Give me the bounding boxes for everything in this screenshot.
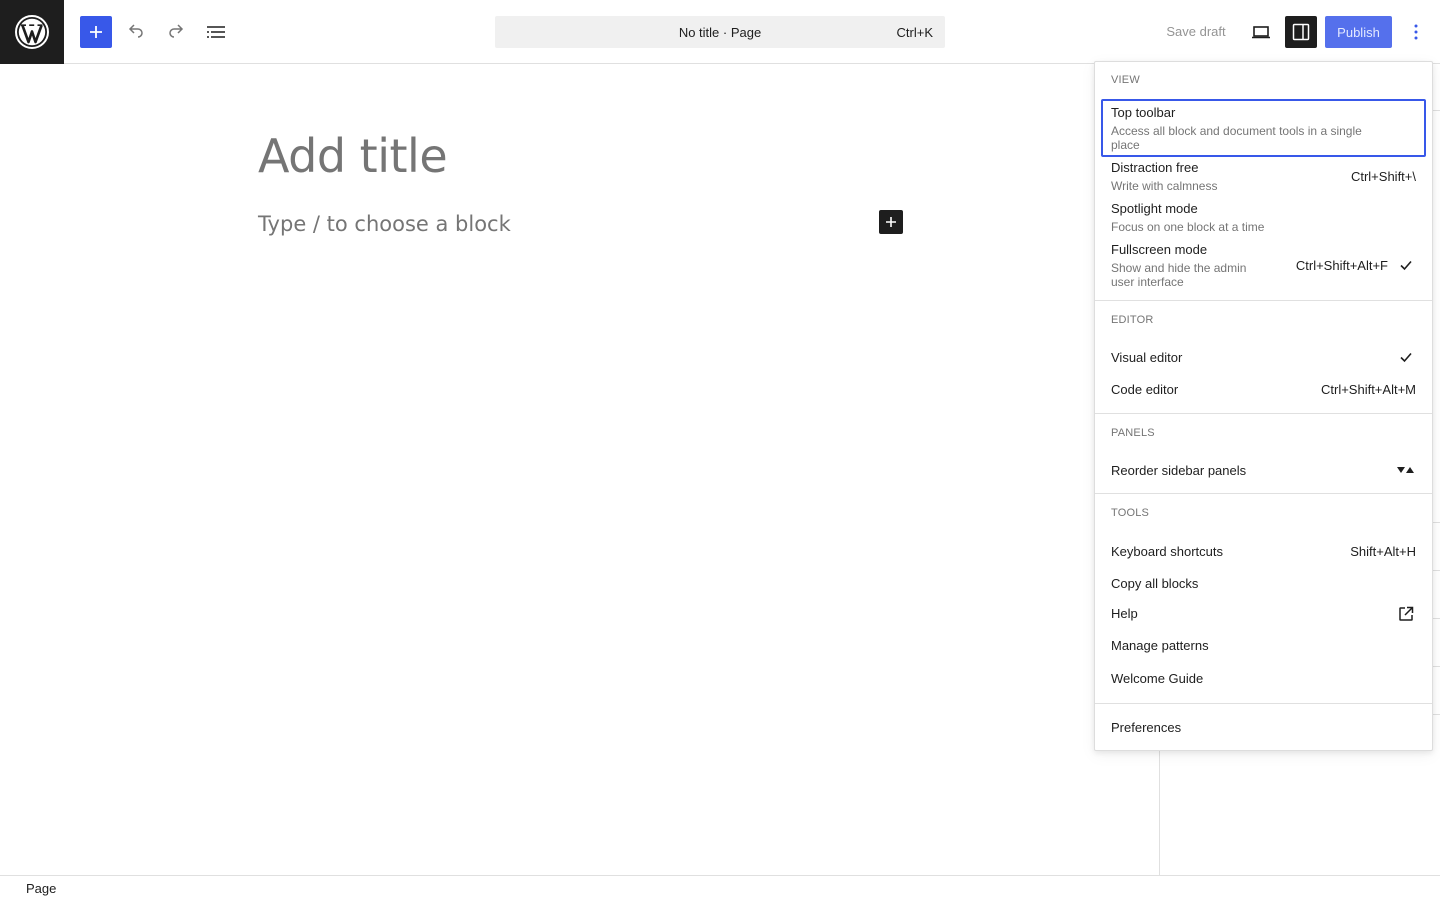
menu-separator <box>1095 703 1432 704</box>
menu-item-fullscreen-mode[interactable]: Fullscreen mode Show and hide the admin … <box>1101 240 1426 292</box>
menu-item-label: Distraction free <box>1111 160 1199 175</box>
undo-icon <box>128 24 143 38</box>
command-shortcut: Ctrl+K <box>896 25 933 40</box>
menu-item-label: Welcome Guide <box>1111 671 1204 686</box>
menu-item-distraction-free[interactable]: Distraction free Write with calmness Ctr… <box>1101 158 1426 198</box>
default-block-appender[interactable]: Type / to choose a block <box>258 212 511 236</box>
menu-item-description: Focus on one block at a time <box>1111 220 1265 234</box>
menu-group-label-tools: Tools <box>1111 507 1150 519</box>
menu-item-label: Help <box>1111 606 1138 621</box>
menu-item-label: Keyboard shortcuts <box>1111 544 1224 559</box>
menu-group-label-editor: Editor <box>1111 314 1154 326</box>
inline-block-inserter[interactable] <box>879 210 903 234</box>
editor-footer: Page <box>0 875 1440 900</box>
menu-item-label: Reorder sidebar panels <box>1111 463 1247 478</box>
wordpress-logo-icon <box>15 15 49 49</box>
breadcrumb[interactable]: Page <box>26 881 56 896</box>
preview-button[interactable] <box>1245 16 1277 48</box>
command-palette-button[interactable]: No title · Page Ctrl+K <box>495 16 945 48</box>
menu-item-shortcut: Ctrl+Shift+Alt+F <box>1295 258 1388 273</box>
editor-header: No title · Page Ctrl+K Save draft Publis… <box>0 0 1440 64</box>
reorder-arrows-icon <box>1396 460 1416 480</box>
options-menu-button[interactable] <box>1400 16 1432 48</box>
block-inserter-toggle[interactable] <box>80 16 112 48</box>
menu-item-reorder-sidebar-panels[interactable]: Reorder sidebar panels <box>1101 455 1426 485</box>
menu-item-label: Visual editor <box>1111 350 1183 365</box>
more-vertical-icon <box>1414 24 1418 40</box>
document-overview-button[interactable] <box>200 16 232 48</box>
menu-item-label: Spotlight mode <box>1111 201 1198 216</box>
menu-item-welcome-guide[interactable]: Welcome Guide <box>1101 664 1426 694</box>
menu-item-manage-patterns[interactable]: Manage patterns <box>1101 631 1426 661</box>
list-view-icon <box>207 26 225 38</box>
menu-item-spotlight-mode[interactable]: Spotlight mode Focus on one block at a t… <box>1101 199 1426 239</box>
menu-item-keyboard-shortcuts[interactable]: Keyboard shortcuts Shift+Alt+H <box>1101 536 1426 566</box>
desktop-preview-icon <box>1252 26 1270 39</box>
document-title: No title · Page <box>678 25 762 40</box>
checkmark-icon <box>1396 347 1416 367</box>
editor-canvas: Add title Type / to choose a block <box>0 65 1159 875</box>
external-link-icon <box>1396 604 1416 624</box>
post-title-input[interactable]: Add title <box>258 129 448 183</box>
undo-button[interactable] <box>120 16 152 48</box>
options-dropdown-menu: View Top toolbar Access all block and do… <box>1094 61 1433 751</box>
menu-item-visual-editor[interactable]: Visual editor <box>1101 342 1426 372</box>
menu-item-top-toolbar[interactable]: Top toolbar Access all block and documen… <box>1101 99 1426 157</box>
redo-icon <box>169 24 184 38</box>
menu-item-label: Fullscreen mode <box>1111 242 1208 257</box>
menu-item-description: Write with calmness <box>1111 179 1218 193</box>
settings-sidebar-toggle[interactable] <box>1285 16 1317 48</box>
menu-item-help[interactable]: Help <box>1101 599 1426 629</box>
plus-icon <box>886 217 896 227</box>
menu-separator <box>1095 493 1432 494</box>
menu-item-label: Code editor <box>1111 382 1179 397</box>
menu-group-label-view: View <box>1111 74 1140 86</box>
wordpress-logo-button[interactable] <box>0 0 64 64</box>
menu-item-label: Copy all blocks <box>1111 576 1199 591</box>
menu-item-shortcut: Ctrl+Shift+\ <box>1350 169 1416 184</box>
menu-item-code-editor[interactable]: Code editor Ctrl+Shift+Alt+M <box>1101 374 1426 404</box>
menu-item-label: Manage patterns <box>1111 638 1209 653</box>
menu-item-description: Access all block and document tools in a… <box>1111 124 1362 152</box>
menu-item-shortcut: Ctrl+Shift+Alt+M <box>1320 382 1416 397</box>
menu-item-label: Top toolbar <box>1111 105 1176 120</box>
checkmark-icon <box>1396 255 1416 275</box>
menu-item-preferences[interactable]: Preferences <box>1101 713 1426 743</box>
menu-group-label-panels: Panels <box>1111 427 1155 439</box>
sidebar-icon <box>1292 23 1310 41</box>
menu-item-label: Preferences <box>1111 720 1182 735</box>
publish-button[interactable]: Publish <box>1325 16 1392 48</box>
menu-item-shortcut: Shift+Alt+H <box>1350 544 1416 559</box>
redo-button[interactable] <box>160 16 192 48</box>
plus-icon <box>90 26 102 38</box>
save-draft-button[interactable]: Save draft <box>1156 24 1236 39</box>
menu-item-copy-all-blocks[interactable]: Copy all blocks <box>1101 568 1426 598</box>
menu-separator <box>1095 300 1432 301</box>
menu-separator <box>1095 413 1432 414</box>
menu-item-description: Show and hide the admin user interface <box>1111 261 1247 289</box>
